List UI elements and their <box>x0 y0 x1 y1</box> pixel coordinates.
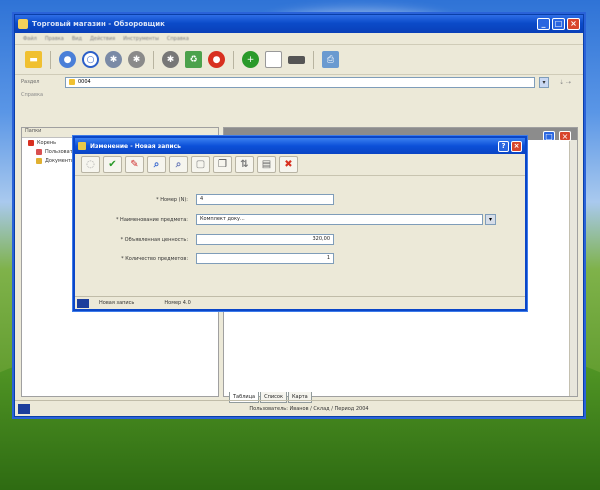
section-value: 0004 <box>78 79 91 85</box>
menu-item-actions[interactable]: Действия <box>90 36 115 42</box>
dialog-status-right: Номер 4.0 <box>164 300 191 306</box>
page-icon[interactable]: ▢ <box>191 156 210 173</box>
field-label: * Объявленная ценность: <box>120 236 188 243</box>
menu-item-help[interactable]: Справка <box>167 36 189 42</box>
menu-item-tools[interactable]: Инструменты <box>123 36 159 42</box>
menu-item-file[interactable]: Файл <box>23 36 37 42</box>
user-icon <box>36 148 42 155</box>
dialog-toolbar: ◌ ✔ ✎ ⌕ ⌕ ▢ ❐ ⇅ ▤ ✖ <box>75 154 525 176</box>
section-combo[interactable]: 0004 <box>65 76 535 88</box>
minimize-button[interactable]: _ <box>537 18 550 30</box>
maximize-button[interactable]: □ <box>552 18 565 30</box>
blank-page-icon[interactable] <box>265 51 282 68</box>
sort-icon[interactable]: ⇅ <box>235 156 254 173</box>
item-name-input[interactable]: Комплект доку... <box>196 214 483 225</box>
subbar: Справка <box>15 89 583 101</box>
vertical-scrollbar[interactable] <box>569 140 577 396</box>
section-label: Раздел <box>21 79 40 85</box>
filter-icon[interactable]: ✱ <box>128 51 145 68</box>
tree-item-label: Корень <box>37 139 57 146</box>
form-row-number: * Номер (N): 4 <box>75 194 334 205</box>
app-icon <box>18 19 28 29</box>
section-bar: Раздел 0004 ▾ ⇣ ⇢ <box>15 75 583 89</box>
menu-item-view[interactable]: Вид <box>72 36 82 42</box>
edit-icon[interactable]: ✎ <box>125 156 144 173</box>
declared-value-input[interactable]: 320,00 <box>196 234 334 245</box>
dialog-status-bar: Новая запись Номер 4.0 <box>75 296 525 309</box>
field-label: * Номер (N): <box>156 196 188 203</box>
pane-restore-button[interactable]: □ <box>543 131 555 141</box>
close-button[interactable]: × <box>567 18 580 30</box>
help-button[interactable]: ? <box>498 140 509 152</box>
menubar: Файл Правка Вид Действия Инструменты Спр… <box>15 33 583 45</box>
toolbar-separator <box>233 50 234 69</box>
chevron-down-icon[interactable]: ▾ <box>539 76 549 88</box>
form-row-item-name: * Наименование предмета: Комплект доку..… <box>75 214 496 225</box>
quantity-input[interactable]: 1 <box>196 253 334 264</box>
warning-icon <box>28 139 34 146</box>
stop-icon[interactable]: ● <box>208 51 225 68</box>
pane-close-button[interactable]: × <box>559 131 571 141</box>
recycle-icon[interactable]: ♻ <box>185 51 202 68</box>
main-window-title: Торговый магазин - Обзоровщик <box>32 20 165 28</box>
checkmark-icon[interactable]: ✔ <box>103 156 122 173</box>
copy-icon[interactable]: ❐ <box>213 156 232 173</box>
field-label: * Наименование предмета: <box>115 216 188 223</box>
app-logo-icon <box>18 403 30 414</box>
folder-small-icon <box>36 157 42 164</box>
delete-icon[interactable]: ✖ <box>279 156 298 173</box>
dialog-close-button[interactable]: × <box>511 140 522 152</box>
main-titlebar[interactable]: Торговый магазин - Обзоровщик _ □ × <box>15 15 583 33</box>
form-row-quantity: * Количество предметов: 1 <box>75 253 334 264</box>
main-toolbar: ▬ ● ○ ✱ ✱ ✱ ♻ ● + ⎙ <box>15 45 583 75</box>
dialog-icon <box>78 142 86 150</box>
app-logo-icon <box>77 298 89 308</box>
number-input[interactable]: 4 <box>196 194 334 205</box>
settings-icon[interactable]: ✱ <box>105 51 122 68</box>
form-row-declared-value: * Объявленная ценность: 320,00 <box>75 234 334 245</box>
nav-arrows-icon[interactable]: ⇣ ⇢ <box>553 79 577 86</box>
menu-item-edit[interactable]: Правка <box>45 36 64 42</box>
subbar-text: Справка <box>21 92 44 98</box>
print-icon[interactable]: ⎙ <box>322 51 339 68</box>
field-label: * Количество предметов: <box>121 255 188 262</box>
edit-record-dialog: Изменение - Новая запись ? × ◌ ✔ ✎ ⌕ ⌕ ▢… <box>73 136 527 311</box>
find-icon[interactable]: ⌕ <box>169 156 188 173</box>
document-icon[interactable]: ▤ <box>257 156 276 173</box>
dialog-title: Изменение - Новая запись <box>90 142 181 150</box>
tree-item-label: Документы <box>45 157 75 164</box>
status-bar: Пользователь: Иванов / Склад / Период 20… <box>15 400 583 416</box>
dialog-status-left: Новая запись <box>99 300 135 306</box>
toolbar-separator <box>313 50 314 69</box>
dialog-titlebar[interactable]: Изменение - Новая запись ? × <box>75 138 525 154</box>
search-icon[interactable]: ⌕ <box>147 156 166 173</box>
folder-icon[interactable]: ▬ <box>25 51 42 68</box>
chevron-down-icon[interactable]: ▾ <box>485 214 496 225</box>
gear-icon[interactable]: ✱ <box>162 51 179 68</box>
toolbar-separator <box>50 50 51 69</box>
back-icon[interactable]: ● <box>59 51 76 68</box>
undo-icon[interactable]: ◌ <box>81 156 100 173</box>
add-icon[interactable]: + <box>242 51 259 68</box>
refresh-icon[interactable]: ○ <box>82 51 99 68</box>
toolbar-separator <box>153 50 154 69</box>
bar-icon[interactable] <box>288 55 305 64</box>
status-text: Пользователь: Иванов / Склад / Период 20… <box>249 405 369 412</box>
folder-small-icon <box>69 79 75 85</box>
